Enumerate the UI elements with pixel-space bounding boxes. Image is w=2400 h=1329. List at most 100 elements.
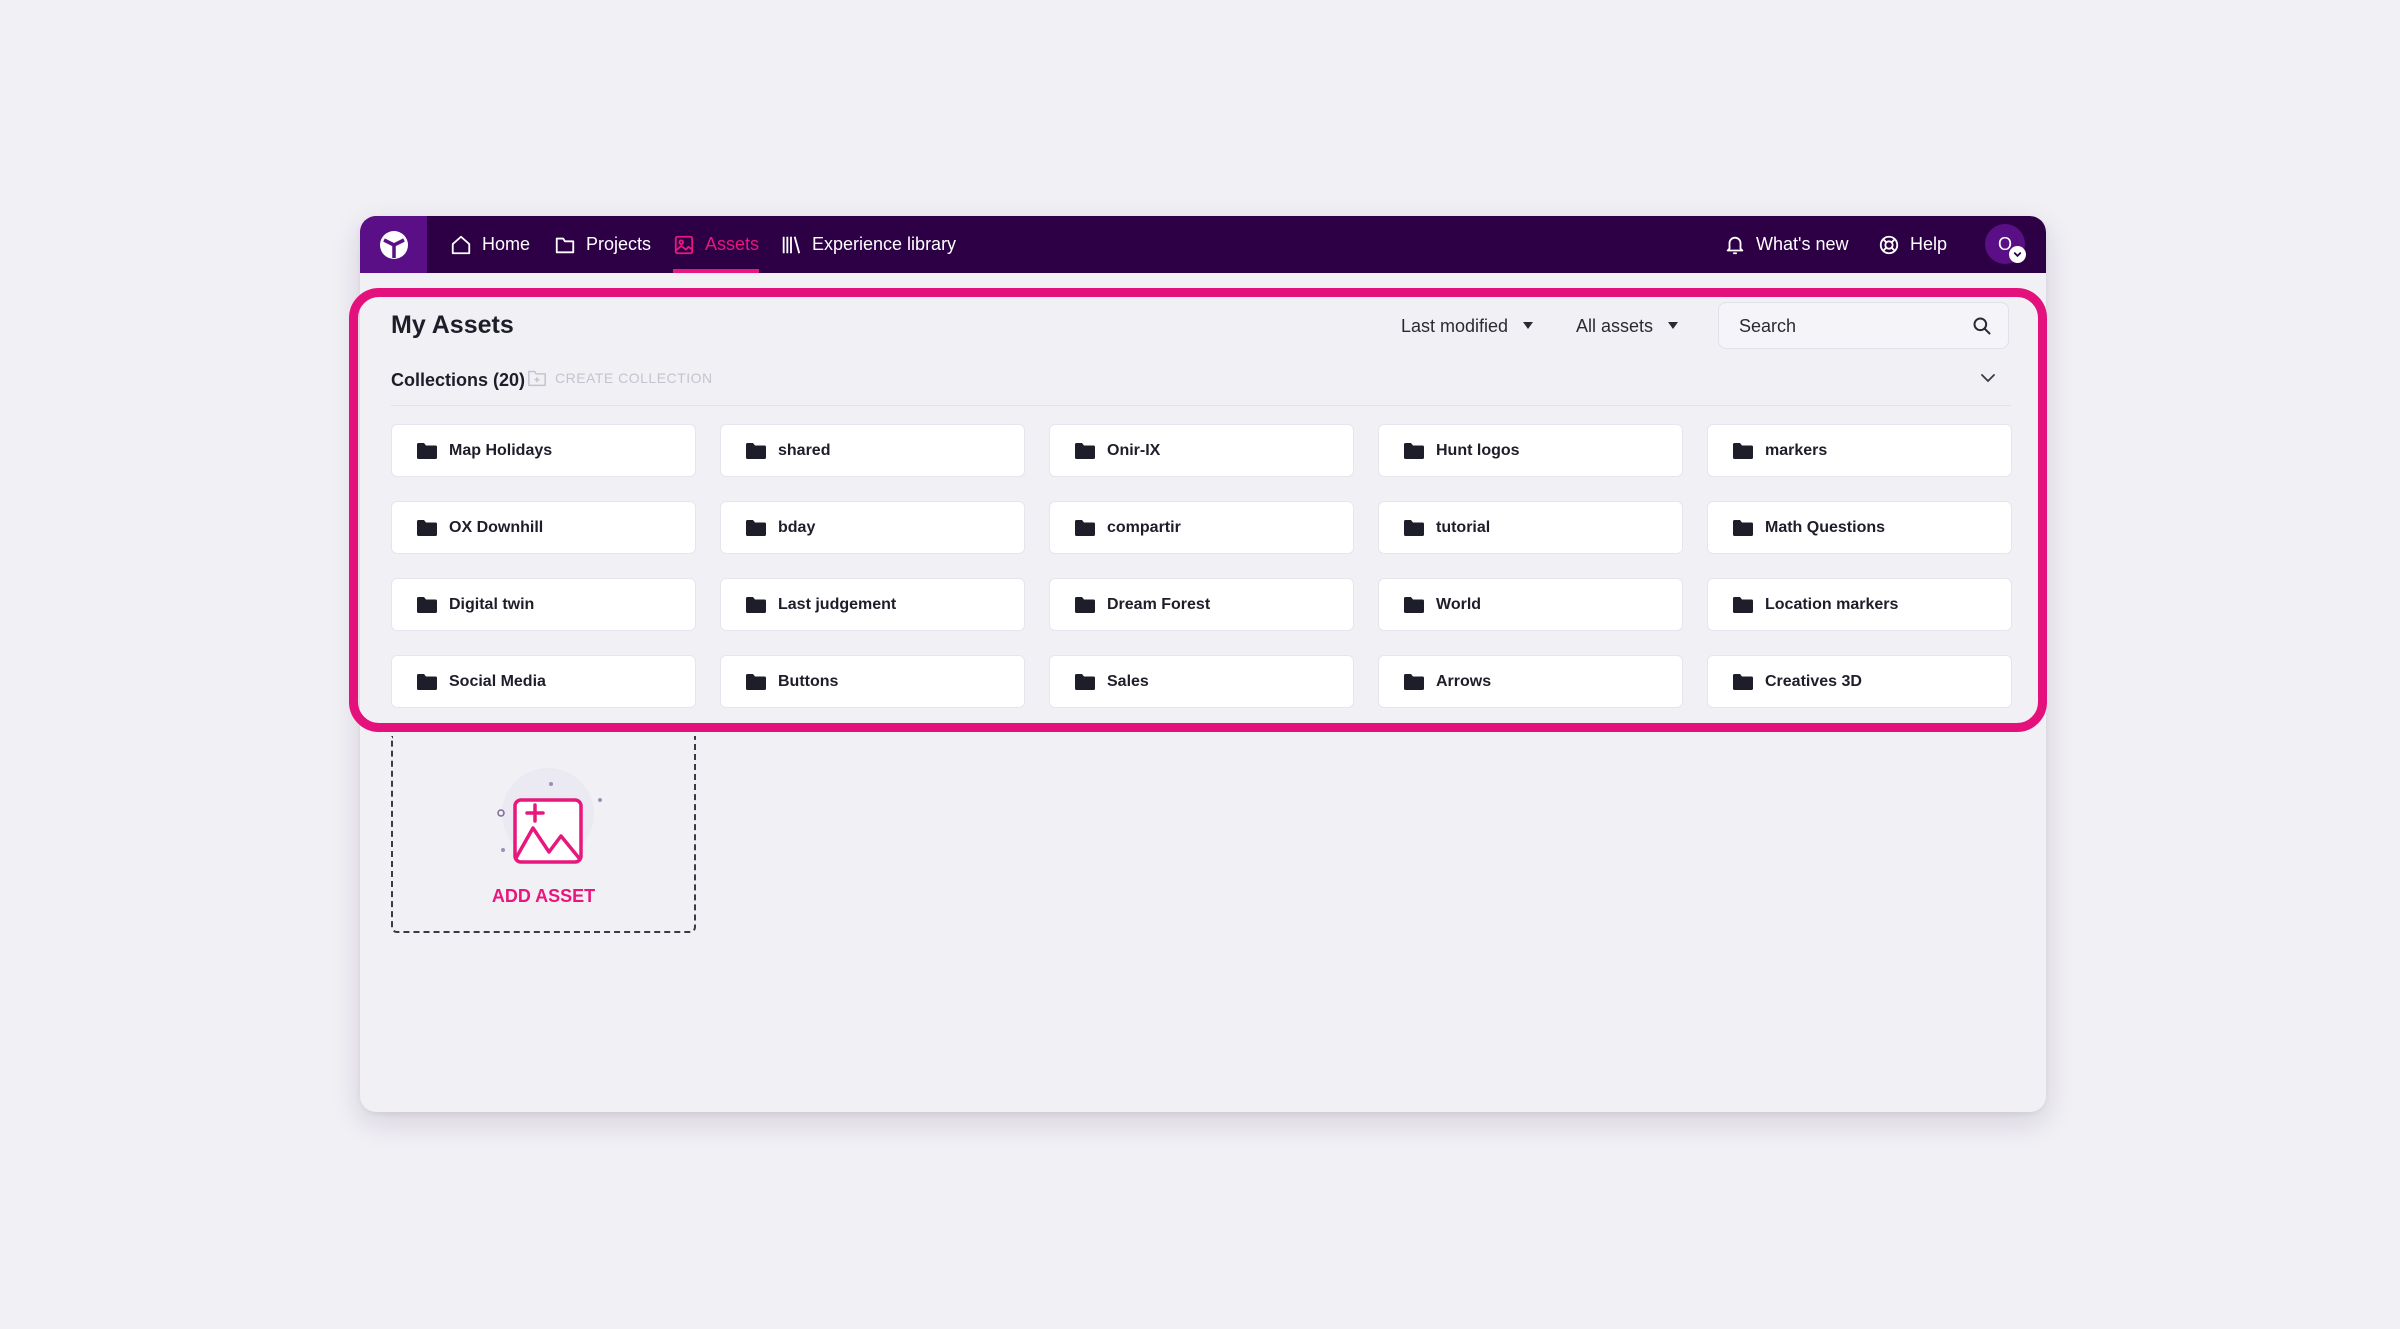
folder-icon	[1075, 673, 1095, 690]
collection-name: compartir	[1107, 518, 1181, 536]
search-box	[1718, 302, 2009, 350]
collection-card[interactable]: Digital twin	[391, 578, 696, 631]
collection-card[interactable]: World	[1378, 578, 1683, 631]
folder-icon	[1404, 673, 1424, 690]
folder-icon	[1733, 596, 1753, 613]
home-icon	[451, 235, 471, 254]
folder-icon	[1404, 596, 1424, 613]
image-icon	[674, 235, 694, 254]
top-navigation-bar: Home Projects Assets Experience library	[360, 216, 2046, 273]
help-label: Help	[1910, 234, 1948, 254]
folder-icon	[417, 673, 437, 690]
collection-card[interactable]: Social Media	[391, 655, 696, 708]
collection-card[interactable]: Location markers	[1707, 578, 2012, 631]
search-button[interactable]	[1972, 316, 1992, 341]
collection-card[interactable]: bday	[720, 501, 1025, 554]
folder-icon	[746, 519, 766, 536]
collection-card[interactable]: shared	[720, 424, 1025, 477]
collection-card[interactable]: Last judgement	[720, 578, 1025, 631]
collection-name: Hunt logos	[1436, 441, 1520, 459]
collection-name: markers	[1765, 441, 1828, 459]
bell-icon	[1726, 236, 1744, 254]
folder-icon	[1733, 673, 1753, 690]
collection-name: World	[1436, 595, 1482, 613]
collection-card[interactable]: OX Downhill	[391, 501, 696, 554]
folder-icon	[746, 673, 766, 690]
search-icon	[1973, 317, 1991, 335]
collection-card[interactable]: Math Questions	[1707, 501, 2012, 554]
collection-card[interactable]: Buttons	[720, 655, 1025, 708]
collection-card[interactable]: Arrows	[1378, 655, 1683, 708]
create-collection-label: CREATE COLLECTION	[555, 370, 713, 386]
collection-name: OX Downhill	[449, 518, 544, 536]
folder-icon	[1404, 442, 1424, 459]
nav-assets-label: Assets	[705, 234, 760, 254]
nav-projects-label: Projects	[586, 234, 652, 254]
collection-name: Sales	[1107, 672, 1149, 690]
sort-dropdown-value: Last modified	[1401, 315, 1509, 336]
collections-title: Collections (20)	[391, 370, 526, 390]
collection-card[interactable]: Sales	[1049, 655, 1354, 708]
avatar-menu-toggle[interactable]	[2009, 246, 2026, 263]
app-logo[interactable]	[360, 216, 427, 273]
filter-dropdown-value: All assets	[1576, 315, 1654, 336]
collections-collapse-toggle[interactable]	[1978, 368, 1998, 393]
nav-experience-library-label: Experience library	[812, 234, 957, 254]
collection-name: Map Holidays	[449, 441, 553, 459]
collection-name: shared	[778, 441, 831, 459]
nav-experience-library[interactable]: Experience library	[780, 216, 956, 273]
collections-divider	[391, 405, 2011, 406]
collection-name: Social Media	[449, 672, 546, 690]
collection-name: Onir-IX	[1107, 441, 1161, 459]
collection-card[interactable]: Hunt logos	[1378, 424, 1683, 477]
nav-projects[interactable]: Projects	[554, 216, 651, 273]
collection-name: Last judgement	[778, 595, 897, 613]
folder-icon	[1733, 442, 1753, 459]
folder-icon	[417, 442, 437, 459]
collection-card[interactable]: compartir	[1049, 501, 1354, 554]
collection-name: Math Questions	[1765, 518, 1886, 536]
collection-card[interactable]: Dream Forest	[1049, 578, 1354, 631]
folder-icon	[1075, 519, 1095, 536]
app-logo-icon	[379, 230, 408, 259]
folder-icon	[555, 237, 575, 253]
help-button[interactable]: Help	[1878, 216, 1947, 273]
folder-icon	[417, 596, 437, 613]
collection-card[interactable]: tutorial	[1378, 501, 1683, 554]
collection-card[interactable]: Onir-IX	[1049, 424, 1354, 477]
folder-icon	[1075, 442, 1095, 459]
create-collection-button[interactable]: CREATE COLLECTION	[527, 369, 713, 387]
sort-dropdown[interactable]: Last modified	[1401, 311, 1534, 341]
collection-name: Buttons	[778, 672, 839, 690]
collection-name: Creatives 3D	[1765, 672, 1862, 690]
collection-card[interactable]: Creatives 3D	[1707, 655, 2012, 708]
whats-new-label: What's new	[1756, 234, 1849, 254]
folder-icon	[1075, 596, 1095, 613]
page-title: My Assets	[391, 311, 514, 339]
folder-icon	[1733, 519, 1753, 536]
filter-dropdown[interactable]: All assets	[1576, 311, 1679, 341]
collection-name: Location markers	[1765, 595, 1899, 613]
folder-icon	[1404, 519, 1424, 536]
collection-name: Dream Forest	[1107, 595, 1211, 613]
nav-assets[interactable]: Assets	[673, 216, 760, 273]
whats-new-button[interactable]: What's new	[1724, 216, 1848, 273]
caret-down-icon	[1668, 322, 1679, 329]
library-icon	[782, 236, 801, 253]
folder-icon	[746, 442, 766, 459]
chevron-down-icon	[2013, 252, 2022, 258]
folder-plus-icon	[528, 370, 546, 387]
chevron-down-icon	[1981, 374, 1995, 383]
collection-card[interactable]: markers	[1707, 424, 2012, 477]
collection-name: bday	[778, 518, 816, 536]
collection-name: Digital twin	[449, 595, 535, 613]
collection-name: tutorial	[1436, 518, 1491, 536]
add-asset-button[interactable]: ADD ASSET	[391, 736, 696, 933]
nav-home-label: Home	[482, 234, 531, 254]
lifebuoy-icon	[1879, 235, 1899, 254]
collection-name: Arrows	[1436, 672, 1492, 690]
add-asset-label: ADD ASSET	[491, 886, 596, 906]
collection-card[interactable]: Map Holidays	[391, 424, 696, 477]
search-input[interactable]	[1737, 303, 1961, 350]
nav-home[interactable]: Home	[450, 216, 530, 273]
